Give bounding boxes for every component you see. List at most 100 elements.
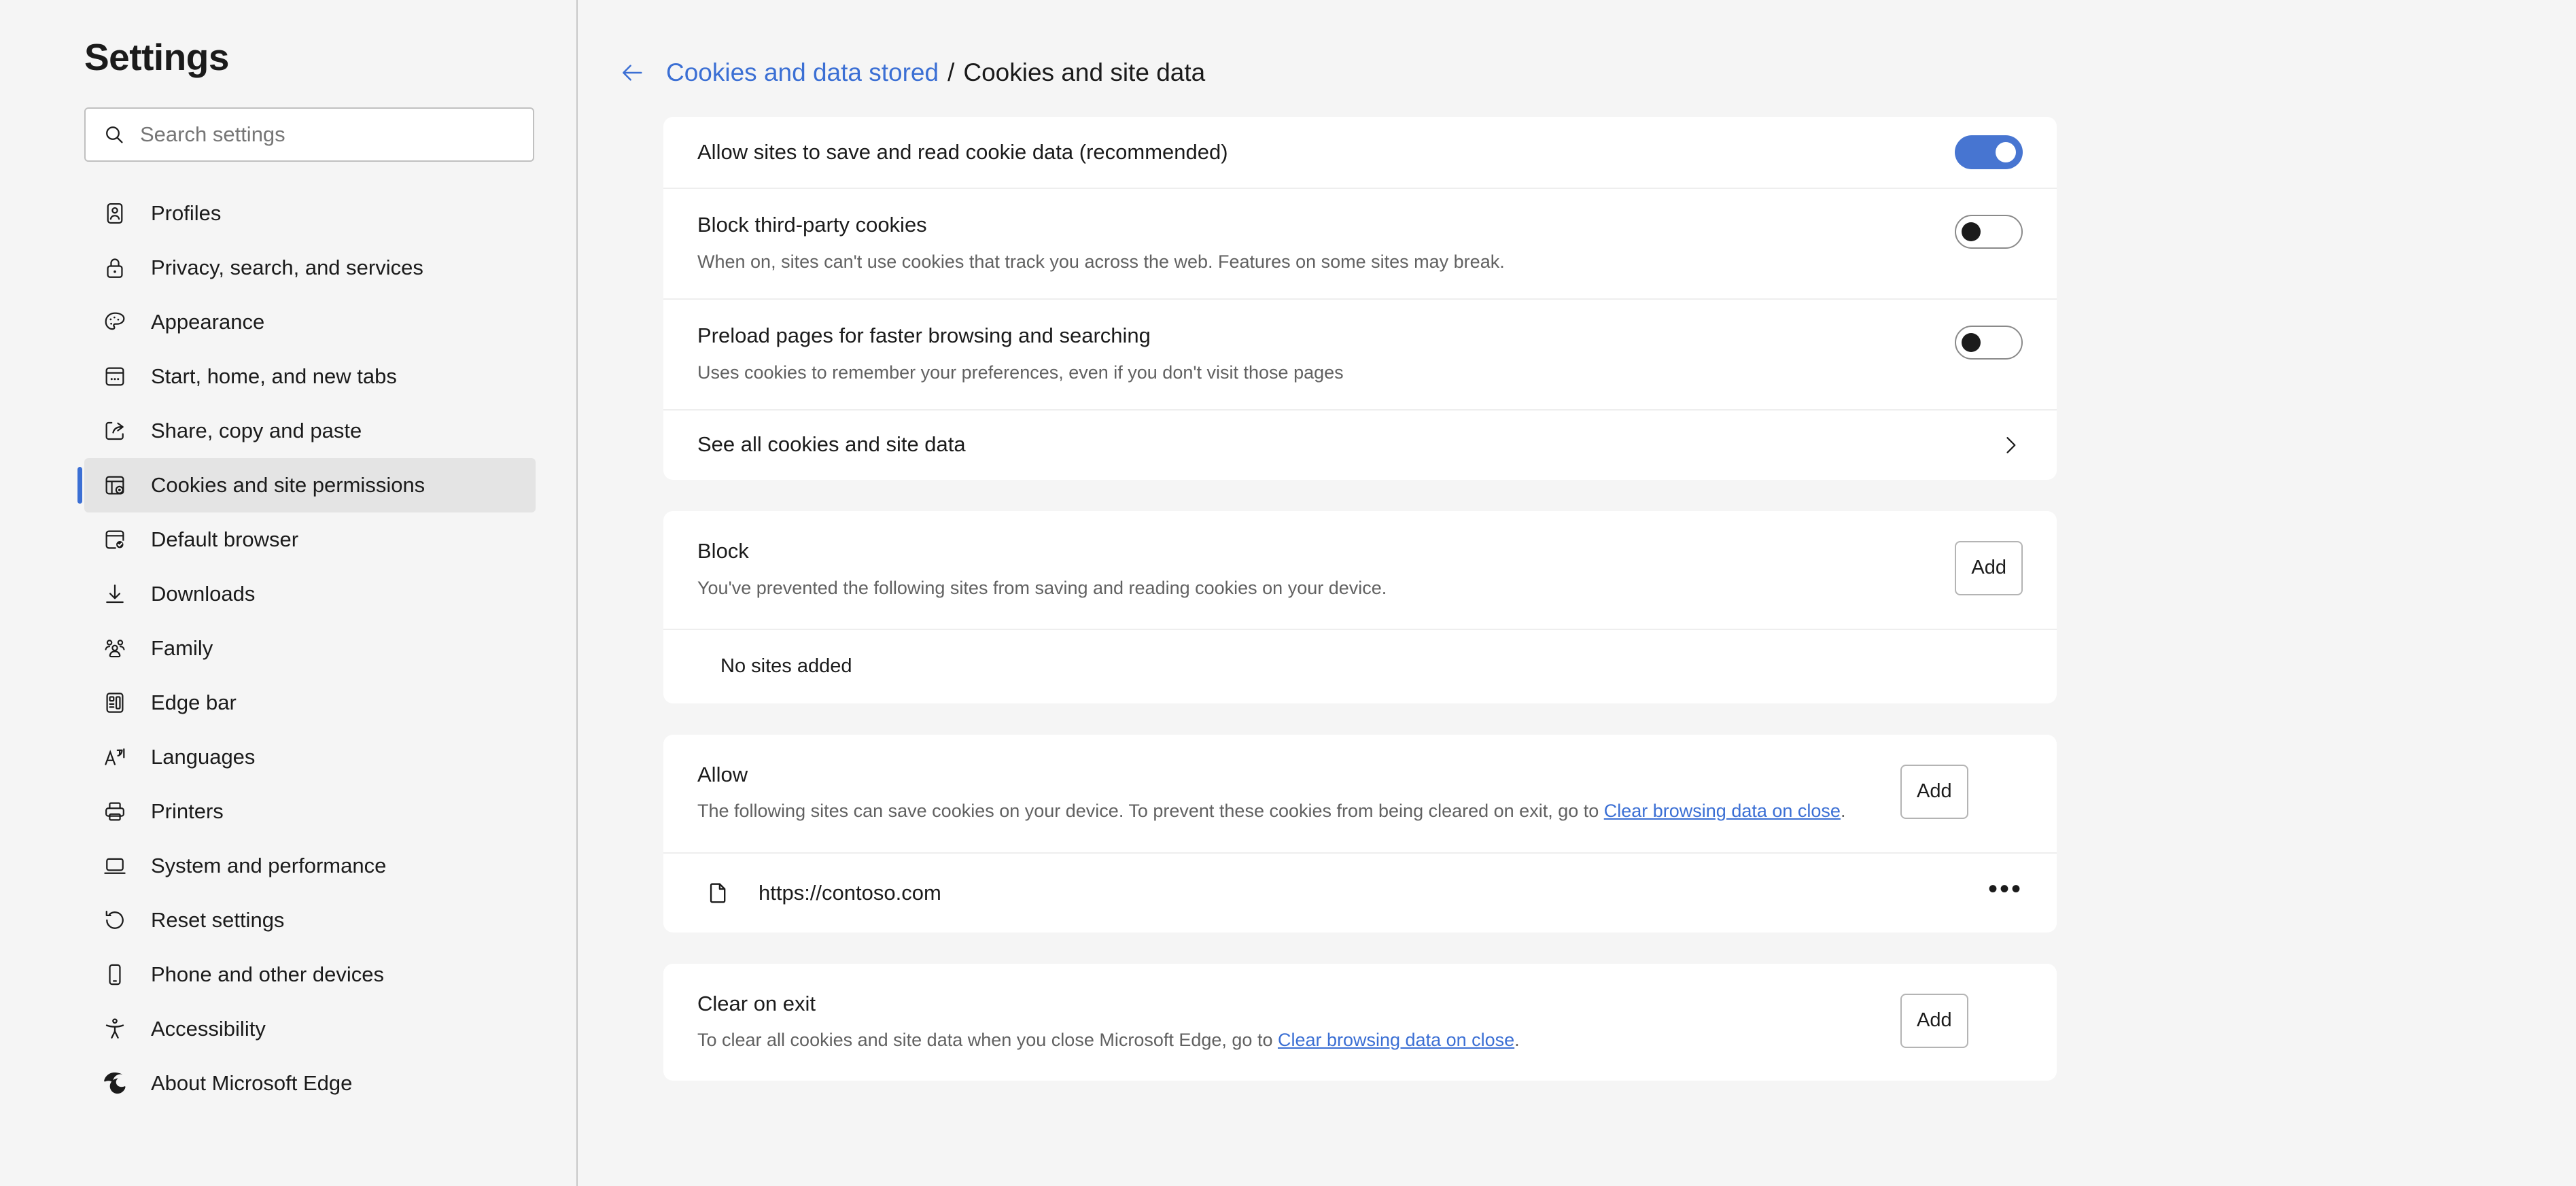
row-body: Block third-party cookies When on, sites…: [697, 189, 1934, 298]
site-url: https://contoso.com: [759, 880, 941, 905]
profiles-icon: [99, 198, 130, 229]
row-see-all-cookies-and-site-data[interactable]: See all cookies and site data: [663, 408, 2057, 480]
sidebar-item-label: About Microsoft Edge: [151, 1071, 353, 1095]
section-description: To clear all cookies and site data when …: [697, 1027, 1880, 1053]
sidebar-item-label: Printers: [151, 799, 224, 823]
breadcrumb-current: Cookies and site data: [963, 58, 1206, 86]
row-body: Block You've prevented the following sit…: [697, 538, 1934, 601]
toggle-block-third-party-cookies[interactable]: [1955, 215, 2023, 249]
sidebar-item-label: Edge bar: [151, 691, 237, 714]
printer-icon: [99, 796, 130, 827]
block-section-header: Block You've prevented the following sit…: [663, 511, 2057, 629]
empty-state-text: No sites added: [720, 655, 852, 678]
clear-on-exit-section-card: Clear on exit To clear all cookies and s…: [663, 963, 2057, 1081]
sidebar-item-label: Appearance: [151, 310, 265, 334]
add-blocked-site-button[interactable]: Add: [1955, 540, 2023, 595]
sidebar-item-system-and-performance[interactable]: System and performance: [84, 839, 536, 893]
sidebar-item-reset-settings[interactable]: Reset settings: [84, 893, 536, 947]
sidebar-item-start-home-new-tabs[interactable]: Start, home, and new tabs: [84, 349, 536, 404]
row-right: [1934, 300, 2023, 360]
row-title: Preload pages for faster browsing and se…: [697, 323, 1151, 347]
toggle-knob: [1962, 222, 1981, 241]
section-title: Block: [697, 538, 749, 563]
clear-on-exit-header: Clear on exit To clear all cookies and s…: [663, 964, 2057, 1081]
edge-bar-icon: [99, 687, 130, 718]
sidebar-item-label: Accessibility: [151, 1017, 266, 1041]
sidebar-item-languages[interactable]: Languages: [84, 730, 536, 784]
main-content: Cookies and data stored / Cookies and si…: [578, 0, 2576, 1186]
row-body: Preload pages for faster browsing and se…: [697, 300, 1934, 409]
row-title: Block third-party cookies: [697, 213, 927, 237]
search-icon: [103, 124, 125, 145]
sidebar-item-profiles[interactable]: Profiles: [84, 186, 536, 241]
accessibility-icon: [99, 1013, 130, 1045]
section-title: Clear on exit: [697, 991, 816, 1015]
sidebar-item-appearance[interactable]: Appearance: [84, 295, 536, 349]
section-description: The following sites can save cookies on …: [697, 798, 1880, 824]
sidebar-item-printers[interactable]: Printers: [84, 784, 536, 839]
page-title: Settings: [84, 36, 229, 78]
languages-icon: [99, 742, 130, 773]
row-block-third-party-cookies: Block third-party cookies When on, sites…: [663, 188, 2057, 298]
row-description: Uses cookies to remember your preference…: [697, 362, 1344, 383]
chevron-right-icon[interactable]: [1998, 433, 2023, 457]
settings-window: Settings Profiles: [0, 0, 2576, 1186]
section-description: You've prevented the following sites fro…: [697, 577, 1387, 598]
cookie-settings-card: Allow sites to save and read cookie data…: [663, 117, 2057, 480]
sidebar-item-label: Profiles: [151, 201, 222, 225]
sidebar-item-default-browser[interactable]: Default browser: [84, 512, 536, 567]
toggle-knob: [1996, 142, 2016, 162]
sidebar-item-label: Share, copy and paste: [151, 419, 362, 442]
sidebar-item-label: Default browser: [151, 527, 299, 551]
breadcrumb-parent-link[interactable]: Cookies and data stored: [666, 58, 939, 87]
sidebar-item-label: Languages: [151, 745, 256, 769]
sidebar-item-privacy-search-services[interactable]: Privacy, search, and services: [84, 241, 536, 295]
sidebar: Settings Profiles: [0, 0, 578, 1186]
sidebar-item-phone-and-other-devices[interactable]: Phone and other devices: [84, 947, 536, 1002]
row-right: [1934, 189, 2023, 249]
sidebar-item-label: Privacy, search, and services: [151, 256, 423, 279]
clear-browsing-data-on-close-link[interactable]: Clear browsing data on close: [1278, 1030, 1514, 1050]
row-right: Add: [1880, 991, 1968, 1048]
search-input[interactable]: [140, 122, 515, 147]
sidebar-item-label: System and performance: [151, 854, 387, 877]
add-clear-on-exit-site-button[interactable]: Add: [1900, 993, 1968, 1048]
allow-section-header: Allow The following sites can save cooki…: [663, 735, 2057, 852]
clear-browsing-data-on-close-link[interactable]: Clear browsing data on close: [1604, 801, 1841, 821]
search-settings-box[interactable]: [84, 107, 534, 162]
sidebar-item-share-copy-paste[interactable]: Share, copy and paste: [84, 404, 536, 458]
list-item[interactable]: https://contoso.com •••: [663, 852, 2057, 932]
back-arrow-icon[interactable]: [619, 59, 646, 86]
row-body: See all cookies and site data: [697, 432, 1978, 458]
toggle-preload-pages[interactable]: [1955, 325, 2023, 360]
window-new-tab-icon: [99, 361, 130, 392]
sidebar-item-label: Reset settings: [151, 908, 285, 932]
sidebar-item-about-microsoft-edge[interactable]: About Microsoft Edge: [84, 1056, 536, 1111]
allow-section-card: Allow The following sites can save cooki…: [663, 734, 2057, 932]
sidebar-item-cookies-and-site-permissions[interactable]: Cookies and site permissions: [77, 458, 536, 512]
sidebar-item-downloads[interactable]: Downloads: [84, 567, 536, 621]
row-right: Add: [1934, 538, 2023, 595]
sidebar-item-label: Cookies and site permissions: [151, 473, 425, 497]
section-description-text: To clear all cookies and site data when …: [697, 1030, 1278, 1051]
section-description-text: The following sites can save cookies on …: [697, 801, 1604, 822]
download-icon: [99, 578, 130, 610]
sidebar-item-accessibility[interactable]: Accessibility: [84, 1002, 536, 1056]
breadcrumb: Cookies and data stored / Cookies and si…: [619, 58, 2576, 87]
add-allowed-site-button[interactable]: Add: [1900, 764, 1968, 819]
row-title: Allow sites to save and read cookie data…: [697, 139, 1228, 164]
toggle-knob: [1962, 332, 1981, 352]
row-preload-pages: Preload pages for faster browsing and se…: [663, 298, 2057, 409]
row-body: Clear on exit To clear all cookies and s…: [697, 991, 1880, 1054]
row-title: See all cookies and site data: [697, 432, 966, 457]
breadcrumb-separator: /: [947, 58, 955, 86]
more-options-icon[interactable]: •••: [1988, 875, 2023, 904]
sidebar-item-family[interactable]: Family: [84, 621, 536, 676]
sidebar-item-edge-bar[interactable]: Edge bar: [84, 676, 536, 730]
phone-icon: [99, 959, 130, 990]
palette-icon: [99, 307, 130, 338]
section-title: Allow: [697, 762, 748, 786]
row-right: [1978, 433, 2023, 457]
row-right: Add: [1880, 762, 1968, 819]
toggle-allow-save-read-cookies[interactable]: [1955, 135, 2023, 169]
